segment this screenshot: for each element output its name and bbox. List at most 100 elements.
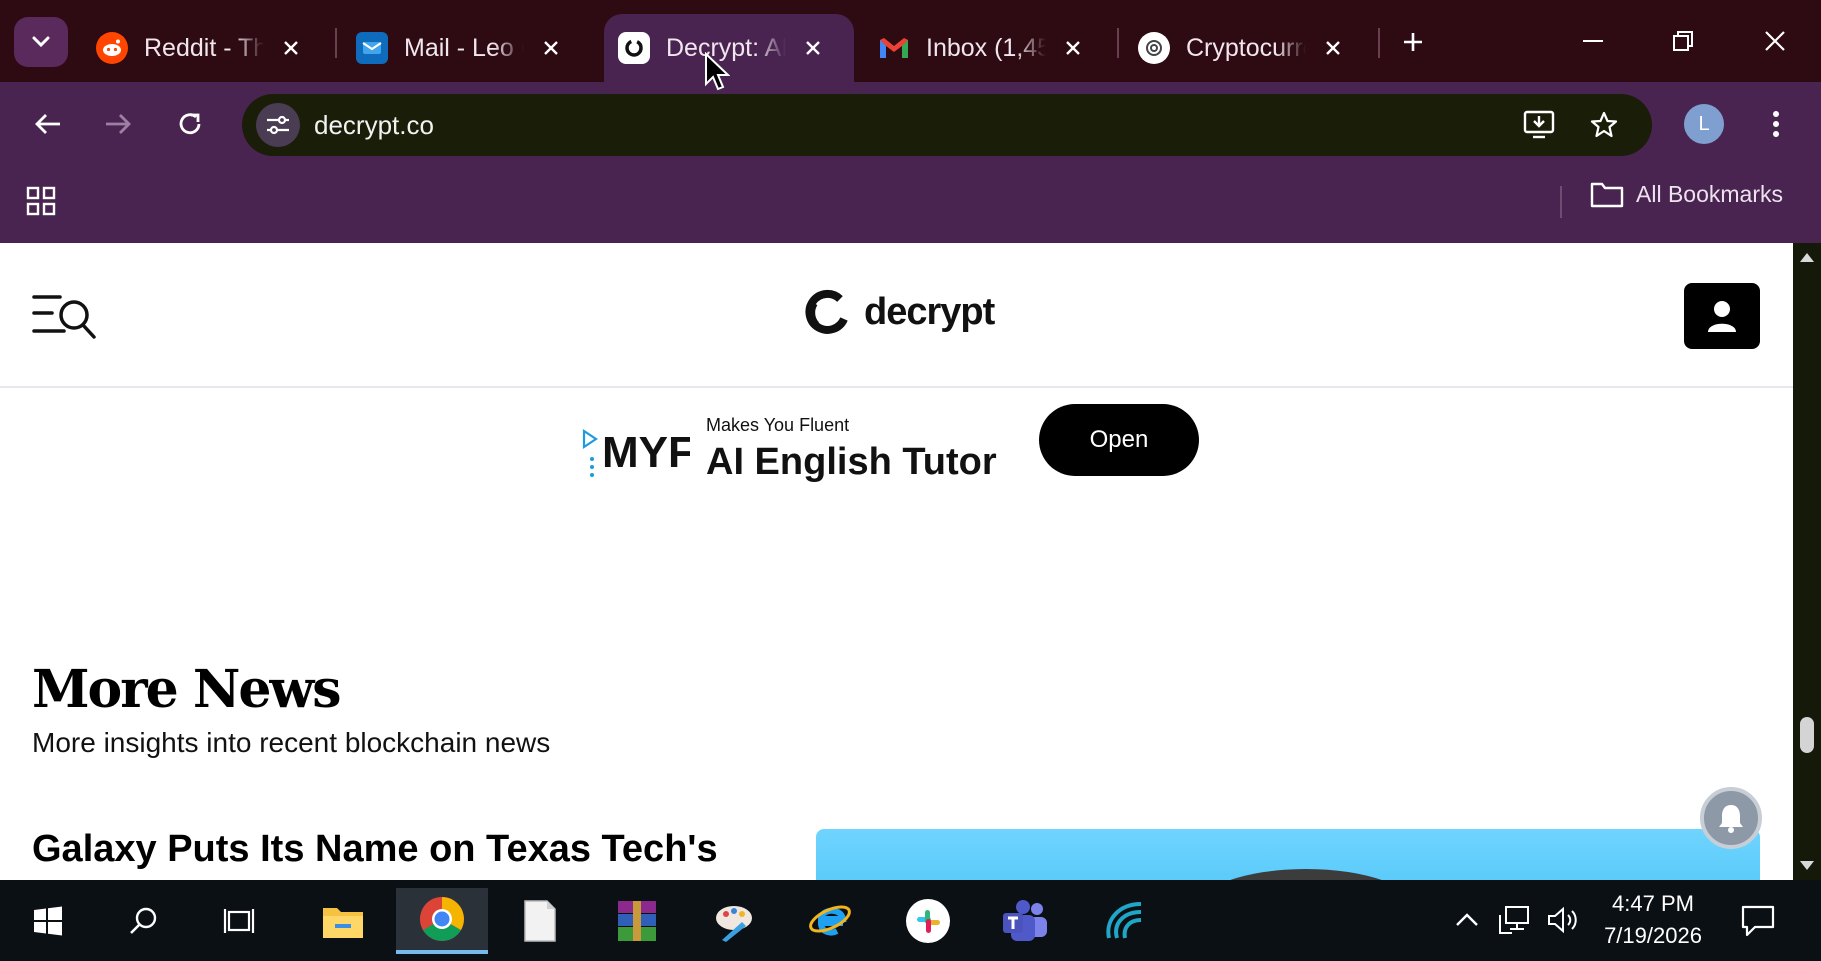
tab-strip: Reddit - The Mail - Leo C Decrypt: AI In… <box>0 0 1821 82</box>
network-icon <box>1499 906 1529 934</box>
volume-button[interactable] <box>1546 902 1580 938</box>
teams-button[interactable] <box>985 888 1065 954</box>
install-app-icon[interactable] <box>1518 103 1562 147</box>
bookmarks-separator <box>1560 186 1562 218</box>
chevron-up-icon <box>1456 913 1478 926</box>
bell-icon <box>1719 805 1743 833</box>
tab-search-button[interactable] <box>14 17 68 67</box>
decrypt-icon <box>618 32 650 64</box>
task-view-button[interactable] <box>200 888 280 954</box>
slack-icon <box>906 899 950 943</box>
scroll-thumb[interactable] <box>1800 717 1814 753</box>
tab-reddit[interactable]: Reddit - The <box>82 14 318 82</box>
forward-button[interactable] <box>96 102 140 146</box>
folder-icon <box>1590 182 1624 208</box>
bookmarks-bar: All Bookmarks <box>0 162 1821 243</box>
grid-icon <box>26 186 56 216</box>
clock-time: 4:47 PM <box>1612 891 1694 916</box>
notifications-bell-button[interactable] <box>1700 787 1762 849</box>
file-explorer-button[interactable] <box>303 888 383 954</box>
site-settings-icon[interactable] <box>256 103 300 147</box>
chrome-icon <box>420 897 464 941</box>
apps-button[interactable] <box>22 182 60 220</box>
winrar-button[interactable] <box>597 888 677 954</box>
scroll-up-arrow[interactable] <box>1800 253 1814 262</box>
browser-toolbar: decrypt.co L <box>0 82 1821 162</box>
all-bookmarks-label: All Bookmarks <box>1636 180 1783 207</box>
browser-menu-button[interactable] <box>1758 102 1794 146</box>
close-icon[interactable] <box>800 35 826 61</box>
notepad-button[interactable] <box>500 888 580 954</box>
outlook-mail-icon <box>356 32 388 64</box>
back-button[interactable] <box>26 102 70 146</box>
reddit-icon <box>96 32 128 64</box>
wave-app-icon <box>1106 902 1142 939</box>
address-bar[interactable]: decrypt.co <box>242 94 1652 156</box>
article-image-subject <box>1196 869 1416 880</box>
taskbar-search-button[interactable] <box>104 888 184 954</box>
site-header: decrypt <box>0 243 1793 388</box>
plus-icon <box>1404 33 1422 51</box>
tab-separator <box>1117 28 1119 58</box>
close-window-button[interactable] <box>1750 18 1800 64</box>
notepad-icon <box>524 900 556 942</box>
show-hidden-icons-button[interactable] <box>1450 902 1484 938</box>
arrow-left-icon <box>35 114 60 134</box>
tab-title: Reddit - The <box>144 33 264 62</box>
account-button[interactable] <box>1684 283 1760 349</box>
ad-brand: MYF <box>602 428 690 477</box>
speaker-icon <box>1548 906 1577 934</box>
logo-text: decrypt <box>864 290 995 333</box>
close-icon[interactable] <box>278 35 304 61</box>
myf-logo-icon: MYF <box>582 428 690 477</box>
article-title-link[interactable]: Galaxy Puts Its Name on Texas Tech's <box>32 828 718 871</box>
article-image[interactable] <box>816 829 1760 880</box>
url-text[interactable]: decrypt.co <box>314 110 434 141</box>
arrow-right-icon <box>106 114 131 134</box>
close-icon <box>1765 31 1785 51</box>
page-scrollbar[interactable] <box>1793 243 1821 880</box>
internet-explorer-icon <box>809 905 851 936</box>
windows-taskbar: 4:47 PM 7/19/2026 <box>0 880 1821 961</box>
file-explorer-icon <box>323 908 363 938</box>
close-icon[interactable] <box>538 35 564 61</box>
chrome-taskbar-button[interactable] <box>396 888 488 954</box>
tab-separator <box>335 28 337 58</box>
all-bookmarks-button[interactable]: All Bookmarks <box>1590 180 1783 208</box>
site-logo[interactable]: decrypt <box>800 289 995 335</box>
menu-search-button[interactable] <box>30 291 100 343</box>
decrypt-logo-icon <box>805 289 848 334</box>
network-status-button[interactable] <box>1498 902 1532 938</box>
bookmark-star-icon[interactable] <box>1582 103 1626 147</box>
internet-explorer-button[interactable] <box>790 888 870 954</box>
profile-avatar[interactable]: L <box>1684 104 1724 144</box>
close-icon[interactable] <box>1320 35 1346 61</box>
scroll-down-arrow[interactable] <box>1800 861 1814 870</box>
restore-icon <box>1673 31 1693 51</box>
tab-gmail[interactable]: Inbox (1,45 <box>864 14 1100 82</box>
system-clock[interactable]: 4:47 PM 7/19/2026 <box>1588 888 1718 952</box>
chatgpt-icon <box>1138 32 1170 64</box>
paint-button[interactable] <box>694 888 774 954</box>
tab-chatgpt[interactable]: Cryptocurre <box>1124 14 1360 82</box>
start-button[interactable] <box>8 888 88 954</box>
tab-mail[interactable]: Mail - Leo C <box>342 14 578 82</box>
winrar-icon <box>618 901 656 941</box>
ad-open-button[interactable]: Open <box>1039 404 1199 476</box>
action-center-button[interactable] <box>1738 902 1778 940</box>
slack-button[interactable] <box>888 888 968 954</box>
reload-icon <box>179 113 201 135</box>
wave-app-button[interactable] <box>1085 888 1165 954</box>
new-tab-button[interactable] <box>1395 24 1431 60</box>
chevron-down-icon <box>32 36 50 48</box>
ad-title: AI English Tutor <box>706 441 997 483</box>
restore-button[interactable] <box>1658 18 1708 64</box>
reload-button[interactable] <box>168 102 212 146</box>
minimize-button[interactable] <box>1568 18 1618 64</box>
search-icon <box>130 907 157 934</box>
mouse-cursor-icon <box>705 52 730 91</box>
user-icon <box>1708 301 1736 332</box>
teams-icon <box>1003 900 1047 941</box>
page-viewport: decrypt MYF Makes You Fluent AI English … <box>0 243 1793 880</box>
close-icon[interactable] <box>1060 35 1086 61</box>
